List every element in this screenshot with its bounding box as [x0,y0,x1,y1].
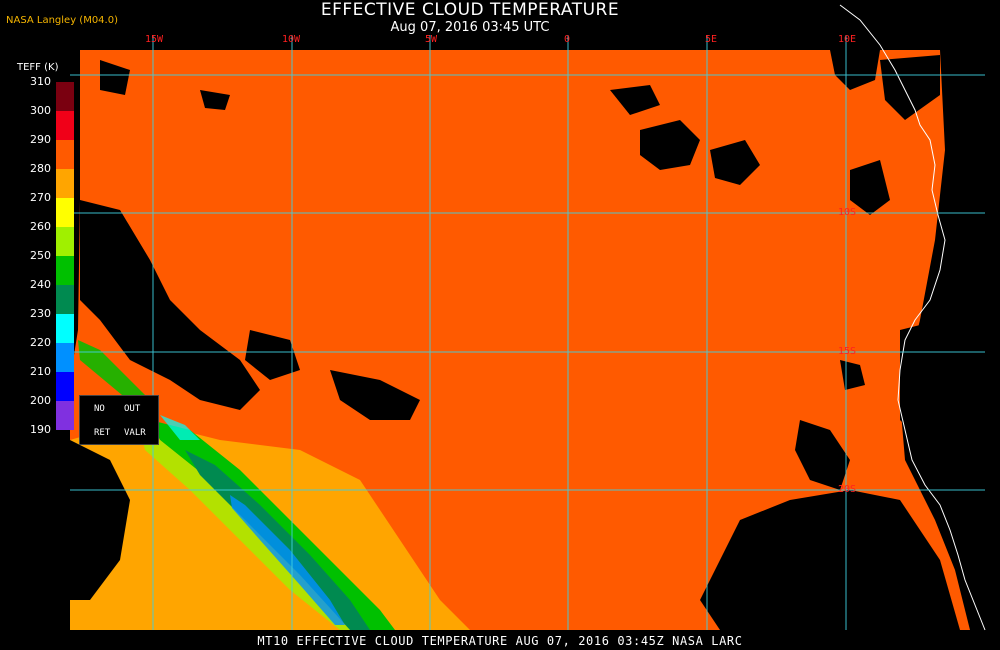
colorbar [56,82,74,430]
satellite-map [70,4,1000,631]
producer-tag: NASA Langley (M04.0) [6,15,118,26]
lon-label-5w: 5W [425,34,438,45]
colorbar-tick-label: 190 [30,423,51,436]
colorbar-swatch [56,198,74,227]
colorbar-tick-label: 280 [30,162,51,175]
colorbar-tick-label: 310 [30,75,51,88]
legend-box: NO OUT RET VALR [79,395,159,445]
colorbar-swatch [56,111,74,140]
colorbar-tick-label: 210 [30,365,51,378]
colorbar-swatch [56,372,74,401]
colorbar-tick-label: 220 [30,336,51,349]
colorbar-swatch [56,82,74,111]
colorbar-swatch [56,401,74,430]
colorbar-tick-label: 250 [30,249,51,262]
colorbar-swatch [56,227,74,256]
colorbar-swatch [56,140,74,169]
colorbar-title: TEFF (K) [17,62,59,73]
legend-ret: RET [94,428,111,438]
lon-label-5e: 5E [705,34,718,45]
map-title: EFFECTIVE CLOUD TEMPERATURE [320,0,620,20]
lon-label-10w: 10W [282,34,301,45]
map-timestamp: Aug 07, 2016 03:45 UTC [390,20,550,35]
colorbar-tick-label: 260 [30,220,51,233]
colorbar-tick-label: 200 [30,394,51,407]
legend-out: OUT [124,404,141,414]
lat-label-10s: 10S [838,207,857,218]
colorbar-swatch [56,256,74,285]
colorbar-tick-label: 300 [30,104,51,117]
colorbar-tick-label: 270 [30,191,51,204]
colorbar-swatch [56,169,74,198]
colorbar-tick-label: 240 [30,278,51,291]
colorbar-swatch [56,314,74,343]
lat-label-15s: 15S [838,346,857,357]
colorbar-swatch [56,285,74,314]
legend-valr: VALR [124,428,146,438]
footer-caption: MT10 EFFECTIVE CLOUD TEMPERATURE AUG 07,… [257,634,743,648]
lon-label-0: 0 [564,34,571,45]
colorbar-tick-label: 230 [30,307,51,320]
lon-label-10e: 10E [838,34,857,45]
lat-label-20s: 20S [838,484,857,495]
legend-no: NO [94,404,105,414]
colorbar-tick-label: 290 [30,133,51,146]
lon-label-15w: 15W [145,34,164,45]
colorbar-swatch [56,343,74,372]
